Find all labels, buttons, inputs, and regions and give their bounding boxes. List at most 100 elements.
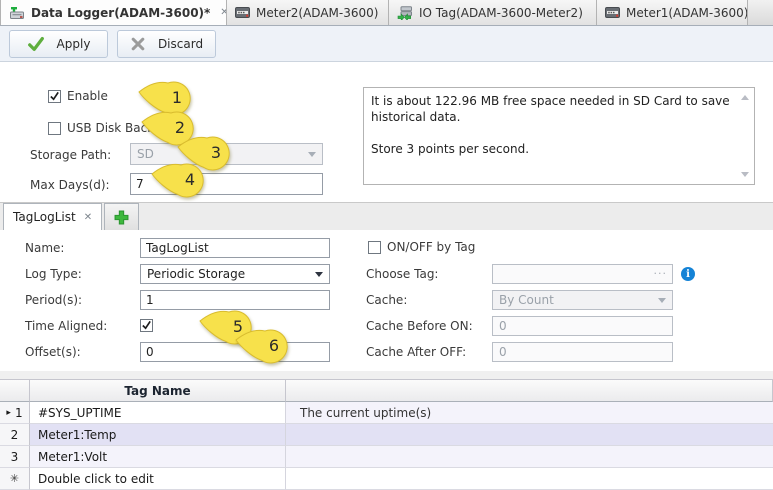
add-log-list-button[interactable] [104, 203, 139, 230]
table-row[interactable]: 2 Meter1:Temp [0, 424, 773, 446]
usb-disk-backup-checkbox[interactable] [48, 122, 61, 135]
new-row-marker-icon: ✳ [10, 472, 19, 485]
info-line-2: Store 3 points per second. [371, 141, 736, 157]
cache-label: Cache: [366, 293, 407, 307]
tab-meter1[interactable]: Meter1(ADAM-3600) [597, 0, 748, 25]
meter-icon [235, 7, 250, 18]
logger-settings-panel: Enable USB Disk Backup Storage Path: SD … [0, 62, 773, 202]
discard-label: Discard [158, 37, 203, 51]
tag-description-cell[interactable] [286, 468, 773, 490]
callout-1: 1 [137, 78, 201, 118]
period-input[interactable] [140, 290, 330, 310]
log-type-label: Log Type: [25, 267, 82, 281]
meter-icon [605, 7, 620, 18]
table-row[interactable]: 3 Meter1:Volt [0, 446, 773, 468]
cache-after-off-label: Cache After OFF: [366, 345, 466, 359]
log-list-tab-bar: TagLogList ✕ [0, 202, 773, 230]
tab-tagloglist[interactable]: TagLogList ✕ [3, 203, 102, 230]
table-row[interactable]: ▸ 1 #SYS_UPTIME The current uptime(s) [0, 402, 773, 424]
row-number: 3 [11, 450, 19, 464]
callout-balloon-icon [137, 78, 201, 118]
cache-value: By Count [499, 293, 554, 307]
toolbar: Apply Discard [0, 26, 773, 62]
tab-label: TagLogList [13, 210, 76, 224]
storage-path-select: SD [130, 143, 323, 165]
enable-checkbox[interactable] [48, 90, 61, 103]
max-days-label: Max Days(d): [30, 178, 110, 192]
tab-label: IO Tag(ADAM-3600-Meter2) [419, 6, 583, 20]
tag-name-cell[interactable]: Double click to edit [30, 468, 286, 490]
offset-label: Offset(s): [25, 345, 81, 359]
chevron-down-icon [315, 272, 323, 277]
time-aligned-label: Time Aligned: [25, 319, 107, 333]
usb-disk-backup-label: USB Disk Backup [67, 121, 169, 135]
offset-input[interactable] [140, 342, 330, 362]
tab-label: Meter1(ADAM-3600) [626, 6, 748, 20]
data-logger-icon [9, 6, 25, 20]
tab-meter2[interactable]: Meter2(ADAM-3600) [227, 0, 389, 25]
name-input[interactable] [140, 238, 330, 258]
scroll-down-icon[interactable] [741, 172, 749, 177]
io-tag-icon [397, 6, 413, 20]
storage-path-label: Storage Path: [30, 148, 111, 162]
discard-button[interactable]: Discard [117, 30, 216, 58]
close-icon[interactable]: ✕ [220, 7, 227, 18]
tag-name-cell[interactable]: Meter1:Volt [30, 446, 286, 468]
tag-description-cell[interactable] [286, 424, 773, 446]
row-indicator-header [0, 380, 30, 402]
close-icon[interactable]: ✕ [84, 212, 92, 223]
cache-before-on-value: 0 [499, 319, 507, 333]
max-days-input[interactable] [130, 173, 323, 195]
tag-description-cell[interactable]: The current uptime(s) [286, 402, 773, 424]
tag-description-cell[interactable] [286, 446, 773, 468]
storage-path-value: SD [137, 147, 154, 161]
document-tab-bar: Data Logger(ADAM-3600)* ✕ Meter2(ADAM-36… [0, 0, 773, 26]
log-type-select[interactable]: Periodic Storage [140, 264, 330, 284]
cache-after-off-value: 0 [499, 345, 507, 359]
x-icon [130, 36, 146, 52]
log-list-settings-panel: Name: Log Type: Periodic Storage Period(… [0, 230, 773, 371]
info-line-1: It is about 122.96 MB free space needed … [371, 93, 736, 125]
tag-name-cell[interactable]: #SYS_UPTIME [30, 402, 286, 424]
check-icon [27, 35, 45, 53]
free-space-info-box[interactable]: It is about 122.96 MB free space needed … [363, 87, 755, 185]
log-type-value: Periodic Storage [147, 267, 245, 281]
table-row-new[interactable]: ✳ Double click to edit [0, 468, 773, 490]
checkmark-icon [49, 91, 60, 102]
scroll-up-icon[interactable] [741, 95, 749, 100]
name-label: Name: [25, 241, 64, 255]
choose-tag-input: ··· [492, 264, 673, 284]
panel-divider [0, 371, 773, 380]
callout-number: 1 [161, 80, 193, 114]
callout-number: 5 [222, 309, 254, 343]
callout-balloon-icon [198, 307, 262, 347]
time-aligned-checkbox[interactable] [140, 319, 153, 332]
chevron-down-icon [308, 152, 316, 157]
onoff-by-tag-label: ON/OFF by Tag [387, 240, 475, 254]
apply-button[interactable]: Apply [9, 30, 108, 58]
browse-ellipsis-button: ··· [654, 267, 668, 280]
description-column-header[interactable] [286, 380, 773, 402]
cache-before-on-input: 0 [492, 316, 673, 336]
enable-label: Enable [67, 89, 108, 103]
tag-name-column-header[interactable]: Tag Name [30, 380, 286, 402]
choose-tag-label: Choose Tag: [366, 267, 438, 281]
cache-select: By Count [492, 290, 673, 310]
grid-header-row: Tag Name [0, 380, 773, 402]
tab-label: Data Logger(ADAM-3600)* [31, 6, 210, 20]
cache-after-off-input: 0 [492, 342, 673, 362]
cache-before-on-label: Cache Before ON: [366, 319, 473, 333]
row-number: 1 [15, 406, 23, 420]
callout-5: 5 [198, 307, 262, 347]
tag-grid: Tag Name ▸ 1 #SYS_UPTIME The current upt… [0, 380, 773, 489]
info-icon[interactable]: i [681, 267, 695, 281]
tab-data-logger[interactable]: Data Logger(ADAM-3600)* ✕ [0, 0, 227, 25]
tag-name-cell[interactable]: Meter1:Temp [30, 424, 286, 446]
current-row-marker-icon: ▸ [6, 408, 11, 418]
period-label: Period(s): [25, 293, 82, 307]
row-number: 2 [11, 428, 19, 442]
onoff-by-tag-checkbox[interactable] [368, 241, 381, 254]
tab-io-tag[interactable]: IO Tag(ADAM-3600-Meter2) [389, 0, 597, 25]
apply-label: Apply [57, 37, 91, 51]
data-logger-config-window: Data Logger(ADAM-3600)* ✕ Meter2(ADAM-36… [0, 0, 773, 489]
